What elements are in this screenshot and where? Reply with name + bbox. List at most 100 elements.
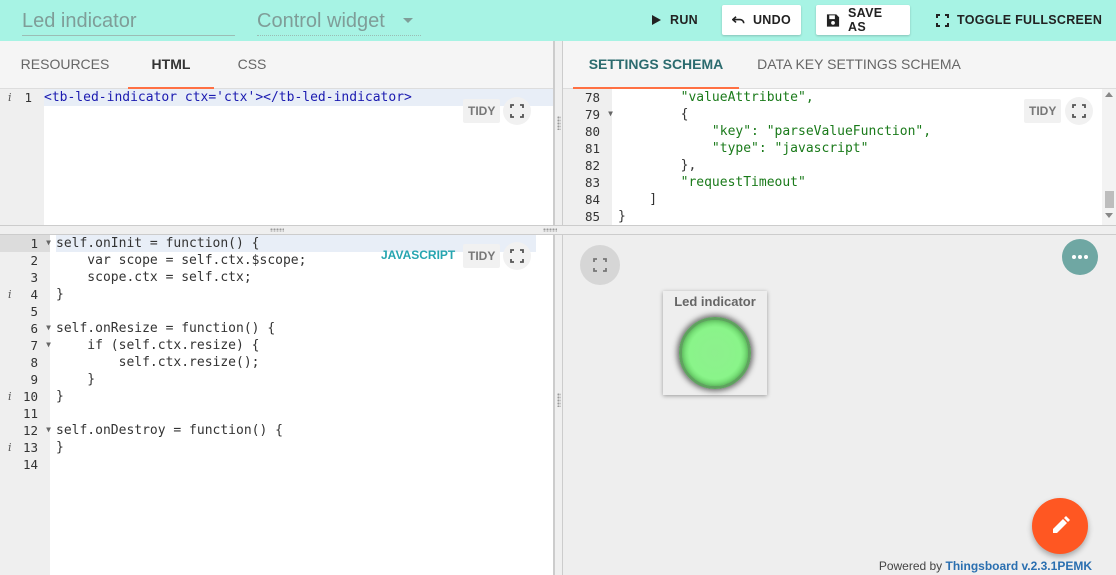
javascript-tidy-button[interactable]: TIDY [463,244,501,268]
line-number-value: 78 [584,90,600,105]
fold-arrow-icon[interactable]: ▼ [608,105,613,122]
tab-data-key-settings-schema[interactable]: DATA KEY SETTINGS SCHEMA [749,41,969,89]
scroll-up-arrow-icon[interactable] [1105,92,1113,97]
fold-arrow-icon[interactable]: ▼ [46,421,51,438]
javascript-editor-pane: 1 ▼ 2 3 i 4 5 6 ▼ 7 ▼ 8 9 i 10 11 12 ▼ i 13 14 self.onInit =… [0,235,554,575]
caret-down-icon [403,18,413,23]
javascript-code-line: scope.ctx = self.ctx; [56,270,252,285]
html-fullscreen-button[interactable] [503,97,531,125]
line-number-value: 81 [584,141,600,156]
save-as-button[interactable]: SAVE AS [816,5,910,35]
thingsboard-version-link[interactable]: Thingsboard v.2.3.1PEMK [946,559,1092,573]
line-number-value: 12 [22,423,38,438]
fullscreen-icon [510,249,524,263]
javascript-code-line [56,303,536,320]
widget-title: Led indicator [674,294,756,309]
line-number: 80 [563,123,612,140]
line-number: 9 [0,371,50,388]
tab-css[interactable]: CSS [222,41,282,89]
line-number-value: 2 [30,253,38,268]
line-number: i 10 [0,388,50,405]
settings-tidy-button[interactable]: TIDY [1024,99,1062,123]
line-number-value: 5 [30,304,38,319]
tab-settings-schema[interactable]: SETTINGS SCHEMA [573,41,739,89]
line-number: 82 [563,157,612,174]
line-number-value: 84 [584,192,600,207]
edit-fab-button[interactable] [1032,498,1088,554]
line-number: 1 ▼ [0,234,51,252]
line-number-value: 13 [22,440,38,455]
settings-code-editor[interactable]: 78 79 ▼ 80 81 82 83 84 85 "valueAttribute", { "k… [563,89,1116,225]
powered-by-text: Powered by [878,559,946,573]
line-number-value: 10 [22,389,38,404]
fold-arrow-icon[interactable]: ▼ [46,336,51,353]
settings-code-line: } [618,209,626,224]
fullscreen-icon [593,258,607,272]
undo-icon [732,16,745,24]
line-number: 78 [563,89,612,106]
tab-resources[interactable]: RESOURCES [10,41,120,89]
line-number: 8 [0,354,50,371]
javascript-code-line [56,456,536,473]
settings-scroll-thumb[interactable] [1105,191,1114,208]
toggle-fullscreen-label: TOGGLE FULLSCREEN [957,13,1103,27]
javascript-fullscreen-button[interactable] [503,242,531,270]
settings-schema-pane: SETTINGS SCHEMA DATA KEY SETTINGS SCHEMA… [563,41,1116,225]
widget-type-select[interactable]: Control widget [257,6,421,36]
html-gutter: i 1 [0,89,44,225]
line-number-value: 79 [584,107,600,122]
splitter-grip-icon[interactable] [557,393,561,407]
javascript-mode-label: JAVASCRIPT [381,248,456,262]
settings-tabbar: SETTINGS SCHEMA DATA KEY SETTINGS SCHEMA [563,41,1116,89]
undo-button[interactable]: UNDO [722,5,801,35]
line-number-value: 3 [30,270,38,285]
led-indicator-widget[interactable]: Led indicator [663,291,767,395]
settings-code-line: }, [618,158,697,173]
settings-scrollbar[interactable] [1102,89,1116,225]
line-number: 79 ▼ [563,105,613,123]
toggle-fullscreen-button[interactable]: TOGGLE FULLSCREEN [926,5,1112,35]
html-tidy-button[interactable]: TIDY [463,99,501,123]
save-as-button-label: SAVE AS [848,6,883,34]
splitter-grip-icon[interactable] [270,228,284,232]
run-button-label: RUN [670,13,698,27]
line-number: 7 ▼ [0,336,51,354]
html-code-editor[interactable]: i 1 <tb-led-indicator ctx='ctx'></tb-led… [0,89,553,225]
undo-button-label: UNDO [752,13,791,27]
line-number-value: 4 [30,287,38,302]
scroll-down-arrow-icon[interactable] [1105,213,1113,218]
line-number: 6 ▼ [0,319,51,337]
line-number: 2 [0,252,50,269]
preview-fullscreen-button[interactable] [580,245,620,285]
javascript-code-line: self.ctx.resize(); [56,355,260,370]
javascript-code-line: } [56,372,96,387]
javascript-code-line: } [56,440,64,455]
more-options-button[interactable] [1062,239,1098,275]
javascript-code-line: self.onResize = function() { [56,321,276,336]
fold-arrow-icon[interactable]: ▼ [46,234,51,251]
line-number: 84 [563,191,612,208]
javascript-code-editor[interactable]: 1 ▼ 2 3 i 4 5 6 ▼ 7 ▼ 8 9 i 10 11 12 ▼ i 13 14 self.onInit =… [0,235,553,575]
splitter-grip-icon[interactable] [543,228,557,232]
horizontal-splitter[interactable] [0,225,1116,235]
led-indicator-icon [679,317,751,389]
line-number: 14 [0,456,50,473]
line-number: i 1 [0,89,44,106]
vertical-splitter[interactable] [554,41,563,575]
widget-name-input[interactable]: Led indicator [22,6,235,36]
fold-arrow-icon[interactable]: ▼ [46,319,51,336]
settings-gutter: 78 79 ▼ 80 81 82 83 84 85 [563,89,613,225]
run-button[interactable]: RUN [640,5,708,35]
settings-code-line: "type": "javascript" [618,141,869,156]
splitter-grip-icon[interactable] [557,116,561,130]
line-number: 11 [0,405,50,422]
fullscreen-icon [510,104,524,118]
line-number: 83 [563,174,612,191]
line-number: 5 [0,303,50,320]
html-editor-pane: RESOURCES HTML CSS i 1 <tb-led-indicator… [0,41,554,225]
line-number: 81 [563,140,612,157]
line-number: 12 ▼ [0,421,51,439]
settings-fullscreen-button[interactable] [1065,97,1093,125]
info-icon: i [8,390,12,403]
tab-html[interactable]: HTML [128,41,214,89]
